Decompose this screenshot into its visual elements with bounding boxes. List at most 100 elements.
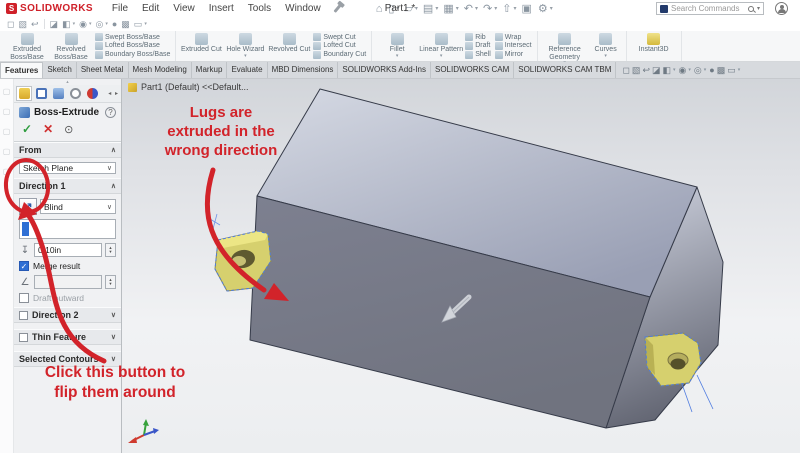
draft-outward-checkbox[interactable] bbox=[19, 293, 29, 303]
tab-propertymanager[interactable] bbox=[16, 86, 32, 101]
rebuild-icon[interactable]: ▣ bbox=[518, 2, 534, 15]
section-direction1-header[interactable]: Direction 1 ∧ bbox=[14, 178, 121, 194]
caret-down-icon[interactable]: ▾ bbox=[456, 5, 459, 12]
scene-icon[interactable]: ▩ bbox=[717, 65, 726, 76]
cancel-button[interactable]: ✕ bbox=[43, 122, 53, 136]
panel-tab-nav-icons[interactable]: ◂ ▸ bbox=[108, 90, 119, 97]
end-condition-select[interactable]: Blind ∨ bbox=[40, 199, 116, 214]
draft-angle-input[interactable] bbox=[34, 275, 102, 289]
section-view-icon[interactable]: ◪ bbox=[48, 19, 61, 30]
tab-markup[interactable]: Markup bbox=[192, 62, 228, 78]
section-view-icon[interactable]: ◪ bbox=[652, 65, 661, 76]
shell-button[interactable]: Shell bbox=[465, 50, 491, 59]
wrap-button[interactable]: Wrap bbox=[495, 33, 532, 42]
rib-button[interactable]: Rib bbox=[465, 33, 491, 42]
tree-item-icon[interactable]: ▢ bbox=[3, 127, 11, 136]
zoom-fit-icon[interactable]: ◻ bbox=[5, 19, 16, 30]
caret-down-icon[interactable]: ▾ bbox=[435, 5, 438, 12]
lofted-boss-base-button[interactable]: Lofted Boss/Base bbox=[95, 42, 170, 51]
view-orientation-icon[interactable]: ◧ bbox=[60, 19, 73, 30]
save-icon[interactable]: ▤ bbox=[420, 2, 436, 15]
tab-mesh-modeling[interactable]: Mesh Modeling bbox=[129, 62, 192, 78]
home-icon[interactable]: ⌂ bbox=[373, 3, 386, 15]
caret-down-icon[interactable]: ▾ bbox=[396, 5, 399, 12]
boundary-cut-button[interactable]: Boundary Cut bbox=[313, 50, 366, 59]
options-icon[interactable]: ⚙ bbox=[535, 2, 551, 15]
revolved-boss-base-button[interactable]: Revolved Boss/Base bbox=[49, 32, 93, 60]
undo-icon[interactable]: ↶ bbox=[461, 2, 476, 15]
extruded-cut-button[interactable]: Extruded Cut bbox=[179, 32, 223, 60]
menu-file[interactable]: File bbox=[105, 3, 135, 14]
caret-down-icon[interactable]: ▾ bbox=[704, 67, 707, 73]
menu-window[interactable]: Window bbox=[278, 3, 328, 14]
caret-down-icon[interactable]: ▾ bbox=[415, 5, 418, 12]
tab-featuremanager[interactable] bbox=[33, 86, 49, 101]
tab-displaymanager[interactable] bbox=[50, 86, 66, 101]
section-thin-feature-header[interactable]: Thin Feature ∨ bbox=[14, 329, 121, 345]
view-settings-icon[interactable]: ▭ bbox=[727, 65, 736, 76]
mirror-button[interactable]: Mirror bbox=[495, 50, 532, 59]
model-canvas[interactable] bbox=[122, 79, 800, 453]
caret-down-icon[interactable]: ▾ bbox=[105, 21, 108, 27]
hole-wizard-button[interactable]: Hole Wizard ▾ bbox=[223, 32, 267, 60]
tree-item-icon[interactable]: ▢ bbox=[3, 87, 11, 96]
tab-solidworks-cam-tbm[interactable]: SOLIDWORKS CAM TBM bbox=[514, 62, 616, 78]
depth-input[interactable]: 0.10in bbox=[34, 243, 102, 257]
redo-icon[interactable]: ↷ bbox=[480, 2, 495, 15]
merge-result-checkbox[interactable]: ✓ bbox=[19, 261, 29, 271]
user-account-icon[interactable] bbox=[775, 2, 788, 15]
caret-down-icon[interactable]: ▾ bbox=[494, 5, 497, 12]
menu-view[interactable]: View bbox=[166, 3, 202, 14]
tab-evaluate[interactable]: Evaluate bbox=[227, 62, 267, 78]
zoom-area-icon[interactable]: ▧ bbox=[16, 19, 29, 30]
tab-sheet-metal[interactable]: Sheet Metal bbox=[77, 62, 129, 78]
section-direction2-header[interactable]: Direction 2 ∨ bbox=[14, 307, 121, 323]
spinner-down-icon[interactable]: ▼ bbox=[109, 282, 113, 287]
select-icon[interactable]: ⇧ bbox=[499, 2, 514, 15]
direction-selection-box[interactable] bbox=[19, 219, 116, 239]
preview-icon[interactable]: ⊙ bbox=[64, 123, 73, 136]
tab-dimxpertmanager[interactable] bbox=[67, 86, 83, 101]
reverse-direction-button[interactable]: ↗ bbox=[19, 198, 37, 215]
tab-solidworks-cam[interactable]: SOLIDWORKS CAM bbox=[431, 62, 514, 78]
caret-down-icon[interactable]: ▾ bbox=[673, 67, 676, 73]
search-icon[interactable] bbox=[748, 6, 754, 12]
caret-down-icon[interactable]: ▾ bbox=[73, 21, 76, 27]
tree-item-icon[interactable]: ▢ bbox=[3, 147, 11, 156]
draft-button[interactable]: Draft bbox=[465, 42, 491, 51]
tab-solidworks-add-ins[interactable]: SOLIDWORKS Add-Ins bbox=[338, 62, 431, 78]
caret-down-icon[interactable]: ▾ bbox=[604, 54, 607, 59]
hide-show-icon[interactable]: ◎ bbox=[93, 19, 105, 30]
caret-down-icon[interactable]: ▾ bbox=[513, 5, 516, 12]
fillet-button[interactable]: Fillet ▾ bbox=[375, 32, 419, 60]
caret-down-icon[interactable]: ▾ bbox=[144, 21, 147, 27]
caret-down-icon[interactable]: ▾ bbox=[396, 54, 399, 59]
caret-down-icon[interactable]: ▾ bbox=[475, 5, 478, 12]
part-body[interactable] bbox=[250, 89, 723, 428]
right-lug-hole[interactable] bbox=[671, 359, 686, 370]
scene-icon[interactable]: ▩ bbox=[119, 19, 132, 30]
caret-down-icon[interactable]: ▾ bbox=[738, 67, 741, 73]
display-style-icon[interactable]: ◉ bbox=[679, 65, 687, 76]
menu-edit[interactable]: Edit bbox=[135, 3, 166, 14]
tab-mbd-dimensions[interactable]: MBD Dimensions bbox=[268, 62, 339, 78]
caret-down-icon[interactable]: ▾ bbox=[550, 5, 553, 12]
draft-angle-spinner[interactable]: ▲ ▼ bbox=[105, 275, 116, 289]
tree-item-icon[interactable]: ▢ bbox=[3, 107, 11, 116]
previous-view-icon[interactable]: ↩ bbox=[642, 65, 650, 76]
pin-menu-icon[interactable] bbox=[333, 4, 341, 13]
caret-down-icon[interactable]: ▾ bbox=[244, 54, 247, 59]
extruded-boss-base-button[interactable]: Extruded Boss/Base bbox=[5, 32, 49, 60]
help-icon[interactable]: ? bbox=[105, 107, 116, 118]
swept-boss-base-button[interactable]: Swept Boss/Base bbox=[95, 33, 170, 42]
hide-show-icon[interactable]: ◎ bbox=[694, 65, 702, 76]
start-condition-select[interactable]: Sketch Plane ∨ bbox=[19, 162, 116, 174]
zoom-area-icon[interactable]: ▧ bbox=[632, 65, 641, 76]
menu-insert[interactable]: Insert bbox=[202, 3, 241, 14]
intersect-button[interactable]: Intersect bbox=[495, 42, 532, 51]
caret-down-icon[interactable]: ▾ bbox=[688, 67, 691, 73]
search-caret-icon[interactable]: ▾ bbox=[757, 5, 760, 12]
boundary-boss-base-button[interactable]: Boundary Boss/Base bbox=[95, 50, 170, 59]
linear-pattern-button[interactable]: Linear Pattern ▾ bbox=[419, 32, 463, 60]
depth-spinner[interactable]: ▲ ▼ bbox=[105, 243, 116, 257]
